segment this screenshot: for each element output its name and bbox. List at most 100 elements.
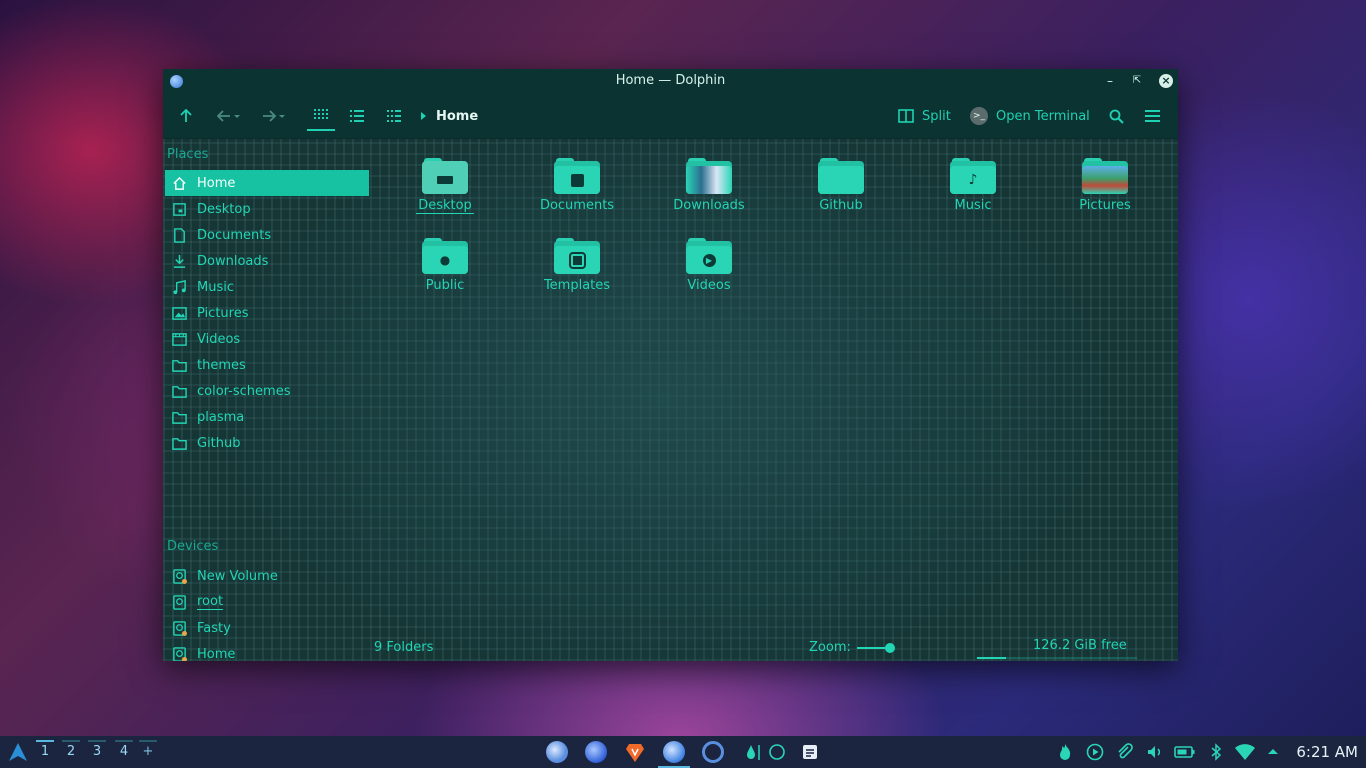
- zoom-slider[interactable]: [856, 642, 895, 653]
- device-item-new-volume[interactable]: New Volume: [165, 563, 369, 589]
- desktop-4[interactable]: 4: [113, 736, 135, 768]
- add-desktop-button[interactable]: +: [137, 736, 159, 768]
- compact-view-icon[interactable]: [350, 93, 364, 139]
- file-item-templates[interactable]: Templates: [522, 238, 632, 293]
- folder-public-icon: ●: [422, 238, 468, 274]
- file-item-pictures[interactable]: Pictures: [1050, 158, 1160, 213]
- used-space-fill: [977, 657, 1006, 659]
- home-icon: [171, 175, 187, 191]
- task-app-5-icon[interactable]: [702, 741, 724, 763]
- free-space-label: 126.2 GiB free: [1033, 638, 1127, 653]
- free-space-bar: [977, 657, 1137, 659]
- icons-view-icon[interactable]: [307, 93, 335, 139]
- drive-icon: [171, 594, 187, 610]
- go-up-icon[interactable]: [179, 93, 193, 139]
- file-item-public[interactable]: ● Public: [390, 238, 500, 293]
- breadcrumb[interactable]: Home: [420, 93, 478, 139]
- content-area: Places Home Desktop Documents Downloads …: [163, 139, 1178, 661]
- desktop-1[interactable]: 1: [34, 736, 56, 768]
- taskbar: 1 2 3 4 + 6:21 AM: [0, 736, 1366, 768]
- sidebar-item-color-schemes[interactable]: color-schemes: [165, 378, 369, 404]
- app-launcher-icon[interactable]: [8, 742, 28, 766]
- desktop-3[interactable]: 3: [86, 736, 108, 768]
- details-view-icon[interactable]: [387, 93, 401, 139]
- close-icon[interactable]: ×: [1159, 74, 1173, 88]
- folder-icon: [171, 357, 187, 373]
- folder-icon: [171, 409, 187, 425]
- search-icon[interactable]: [1109, 93, 1124, 139]
- dolphin-task-icon[interactable]: [658, 741, 690, 768]
- image-icon: [171, 305, 187, 321]
- back-icon[interactable]: [217, 93, 241, 139]
- sidebar-item-pictures[interactable]: Pictures: [165, 300, 369, 326]
- sidebar-item-documents[interactable]: Documents: [165, 222, 369, 248]
- split-button[interactable]: Split: [898, 93, 951, 139]
- brave-browser-icon[interactable]: [624, 741, 646, 763]
- open-terminal-button[interactable]: >_ Open Terminal: [970, 93, 1090, 139]
- forward-icon[interactable]: [262, 93, 286, 139]
- breadcrumb-home[interactable]: Home: [436, 109, 478, 124]
- device-status-dot: [182, 631, 187, 636]
- music-icon: [171, 279, 187, 295]
- maximize-icon[interactable]: ⇱: [1129, 69, 1145, 93]
- sidebar-item-desktop[interactable]: Desktop: [165, 196, 369, 222]
- hamburger-menu-icon[interactable]: [1145, 93, 1160, 139]
- task-app-2-icon[interactable]: [585, 741, 607, 763]
- minimize-icon[interactable]: –: [1102, 69, 1118, 93]
- zoom-label: Zoom:: [809, 640, 851, 655]
- file-item-documents[interactable]: Documents: [522, 158, 632, 213]
- window-title: Home — Dolphin: [615, 73, 726, 88]
- folder-icon: [171, 435, 187, 451]
- document-icon: [171, 227, 187, 243]
- wifi-icon[interactable]: [1234, 743, 1256, 765]
- file-item-music[interactable]: ♪ Music: [918, 158, 1028, 213]
- droplet-icon[interactable]: [741, 741, 763, 763]
- desktop-icon: [171, 201, 187, 217]
- file-item-github[interactable]: Github: [786, 158, 896, 213]
- battery-icon[interactable]: [1174, 743, 1196, 765]
- zoom-slider-handle[interactable]: [884, 642, 895, 653]
- device-item-root[interactable]: root: [165, 589, 369, 615]
- flame-icon[interactable]: [1056, 743, 1074, 765]
- circle-app-icon[interactable]: [766, 741, 788, 763]
- device-item-fasty[interactable]: Fasty: [165, 615, 369, 641]
- sidebar-item-github[interactable]: Github: [165, 430, 369, 456]
- places-panel: Places Home Desktop Documents Downloads …: [163, 139, 371, 661]
- places-header: Places: [167, 147, 209, 162]
- folder-music-icon: ♪: [950, 158, 996, 194]
- volume-icon[interactable]: [1146, 743, 1164, 765]
- task-app-1-icon[interactable]: [546, 741, 568, 763]
- desktop-2[interactable]: 2: [60, 736, 82, 768]
- devices-header: Devices: [167, 539, 219, 554]
- sidebar-item-music[interactable]: Music: [165, 274, 369, 300]
- tray-expand-icon[interactable]: [1266, 743, 1280, 765]
- app-icon[interactable]: [170, 75, 183, 88]
- folder-github-icon: [818, 158, 864, 194]
- bluetooth-icon[interactable]: [1209, 743, 1223, 765]
- toolbar: Home Split >_ Open Terminal: [163, 93, 1178, 139]
- attachment-icon[interactable]: [1116, 743, 1134, 765]
- device-status-dot: [182, 657, 187, 661]
- file-item-videos[interactable]: ▶ Videos: [654, 238, 764, 293]
- folder-pictures-icon: [1082, 158, 1128, 194]
- sidebar-item-themes[interactable]: themes: [165, 352, 369, 378]
- zoom-control: Zoom:: [809, 640, 895, 655]
- clock[interactable]: 6:21 AM: [1296, 736, 1358, 768]
- notes-icon[interactable]: [799, 741, 821, 763]
- sidebar-item-downloads[interactable]: Downloads: [165, 248, 369, 274]
- folder-count: 9 Folders: [374, 640, 434, 655]
- titlebar[interactable]: Home — Dolphin – ⇱ ×: [163, 69, 1178, 93]
- dolphin-window: Home — Dolphin – ⇱ × Home Split >_ Open …: [163, 69, 1178, 661]
- chevron-right-icon: [421, 112, 426, 120]
- video-icon: [171, 331, 187, 347]
- file-item-downloads[interactable]: Downloads: [654, 158, 764, 213]
- download-icon: [171, 253, 187, 269]
- split-icon: [898, 109, 914, 123]
- sidebar-item-videos[interactable]: Videos: [165, 326, 369, 352]
- file-item-desktop[interactable]: Desktop: [390, 158, 500, 214]
- device-item-home[interactable]: Home: [165, 641, 369, 661]
- media-play-icon[interactable]: [1086, 743, 1104, 765]
- sidebar-item-plasma[interactable]: plasma: [165, 404, 369, 430]
- sidebar-item-home[interactable]: Home: [165, 170, 369, 196]
- folder-templates-icon: [554, 238, 600, 274]
